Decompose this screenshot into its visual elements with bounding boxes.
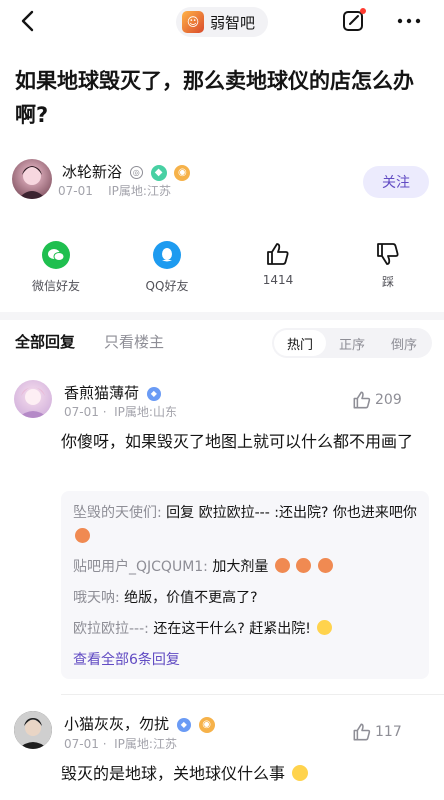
- subreply-box[interactable]: 坠毁的天使们: 回复 欧拉欧拉--- :还出院? 你也进来吧你 贴吧用户_QJC…: [61, 491, 429, 679]
- comment-text: 你傻呀，如果毁灭了地图上就可以什么都不用画了: [61, 432, 414, 451]
- subreply-text: 还在这干什么? 赶紧出院!: [153, 621, 311, 637]
- more-icon: [397, 18, 421, 24]
- gamepad-badge-icon: ◉: [198, 716, 215, 733]
- back-button[interactable]: [12, 6, 42, 36]
- level-badge-icon: ◆: [146, 386, 161, 401]
- subreply-author: 贴吧用户_QJCQUM1:: [73, 559, 208, 575]
- like-button[interactable]: 1414: [238, 241, 318, 287]
- thumb-up-icon: [353, 723, 371, 741]
- subreply-item[interactable]: 哦天呐: 绝版，价值不更高了?: [73, 586, 419, 610]
- author-avatar[interactable]: [12, 159, 52, 199]
- author-name[interactable]: 冰轮新浴 ◎ ◆ ◉: [62, 161, 191, 182]
- share-label: QQ好友: [145, 279, 189, 293]
- diamond-badge-icon: ◆: [150, 164, 167, 181]
- like-count: 1414: [262, 273, 294, 287]
- tab-op-only[interactable]: 只看楼主: [104, 331, 164, 352]
- comment-text: 毁灭的是地球，关地球仪什么事: [61, 760, 431, 788]
- comment-ip: IP属地:山东: [114, 405, 177, 419]
- share-wechat[interactable]: 微信好友: [16, 241, 96, 294]
- smile-emoji-icon: [292, 765, 309, 781]
- qq-icon: [153, 241, 181, 269]
- subreply-text: 加大剂量: [212, 559, 269, 575]
- subreply-author: 坠毁的天使们:: [73, 505, 162, 521]
- author-date: 07-01: [58, 184, 93, 198]
- forum-name: 弱智吧: [210, 13, 256, 32]
- subreply-text: 回复 欧拉欧拉--- :还出院? 你也进来吧你: [166, 505, 417, 521]
- tab-all-replies[interactable]: 全部回复: [15, 331, 75, 352]
- wechat-icon: [42, 241, 70, 269]
- section-divider: [0, 312, 444, 320]
- angry-emoji-icon: [274, 558, 290, 573]
- subreply-item[interactable]: 欧拉欧拉---: 还在这干什么? 赶紧出院!: [73, 617, 419, 641]
- comment-like-count: 117: [375, 724, 402, 740]
- comment-author[interactable]: 香煎猫薄荷 ◆: [64, 382, 161, 403]
- subreply-item[interactable]: 贴吧用户_QJCQUM1: 加大剂量: [73, 555, 419, 579]
- dislike-label: 踩: [381, 275, 394, 289]
- comment-avatar[interactable]: [14, 711, 52, 749]
- share-qq[interactable]: QQ好友: [127, 241, 207, 294]
- share-label: 微信好友: [31, 279, 80, 293]
- shocked-emoji-icon: [317, 620, 333, 635]
- comment-meta: 07-01 · IP属地:山东: [64, 405, 177, 419]
- comment-author[interactable]: 小猫灰灰，勿扰 ◆ ◉: [64, 713, 215, 734]
- level-badge-icon: ◆: [176, 717, 191, 732]
- angry-emoji-icon: [317, 558, 333, 573]
- subreply-item[interactable]: 坠毁的天使们: 回复 欧拉欧拉--- :还出院? 你也进来吧你: [73, 501, 419, 549]
- sort-desc[interactable]: 倒序: [378, 330, 430, 356]
- thumb-up-icon: [267, 243, 289, 265]
- thumb-up-icon: [353, 391, 371, 409]
- sort-toggle: 热门 正序 倒序: [272, 328, 432, 358]
- comment-meta: 07-01 · IP属地:江苏: [64, 737, 177, 751]
- edit-button[interactable]: [338, 6, 368, 36]
- comment-like-count: 209: [375, 392, 402, 408]
- comment-separator: [61, 694, 444, 695]
- author-name-text: 冰轮新浴: [62, 163, 123, 181]
- comment-like-button[interactable]: 209: [352, 390, 402, 410]
- sort-hot[interactable]: 热门: [274, 330, 326, 356]
- author-ip: IP属地:江苏: [108, 184, 171, 198]
- thumb-down-icon: [377, 243, 399, 265]
- post-title: 如果地球毁灭了，那么卖地球仪的店怎么办啊?: [15, 69, 414, 127]
- notification-dot: [360, 8, 366, 14]
- view-all-replies-link[interactable]: 查看全部6条回复: [73, 649, 180, 669]
- follow-button[interactable]: 关注: [363, 166, 429, 198]
- comment-ip: IP属地:江苏: [114, 737, 177, 751]
- comment-avatar[interactable]: [14, 380, 52, 418]
- forum-logo-icon: ☺: [182, 11, 204, 33]
- subreply-text: 绝版，价值不更高了?: [124, 590, 258, 606]
- comment-date: 07-01: [64, 737, 99, 751]
- comment-author-text: 香煎猫薄荷: [64, 384, 140, 402]
- sort-asc[interactable]: 正序: [326, 330, 378, 356]
- comment-like-button[interactable]: 117: [352, 722, 402, 742]
- top-bar: ☺ 弱智吧: [0, 0, 444, 44]
- angry-emoji-icon: [75, 528, 90, 543]
- comment-text-content: 毁灭的是地球，关地球仪什么事: [61, 764, 286, 783]
- gamepad-badge-icon: ◉: [174, 164, 191, 181]
- ring-badge-icon: ◎: [129, 166, 143, 179]
- subreply-author: 欧拉欧拉---:: [73, 621, 149, 637]
- comment-date: 07-01: [64, 405, 99, 419]
- dislike-button[interactable]: 踩: [348, 241, 428, 290]
- angry-emoji-icon: [296, 558, 312, 573]
- subreply-author: 哦天呐:: [73, 590, 120, 606]
- author-meta: 07-01 IP属地:江苏: [58, 182, 171, 199]
- forum-pill[interactable]: ☺ 弱智吧: [176, 7, 268, 37]
- more-button[interactable]: [392, 6, 426, 36]
- comment-author-text: 小猫灰灰，勿扰: [64, 715, 170, 733]
- back-icon: [21, 10, 34, 32]
